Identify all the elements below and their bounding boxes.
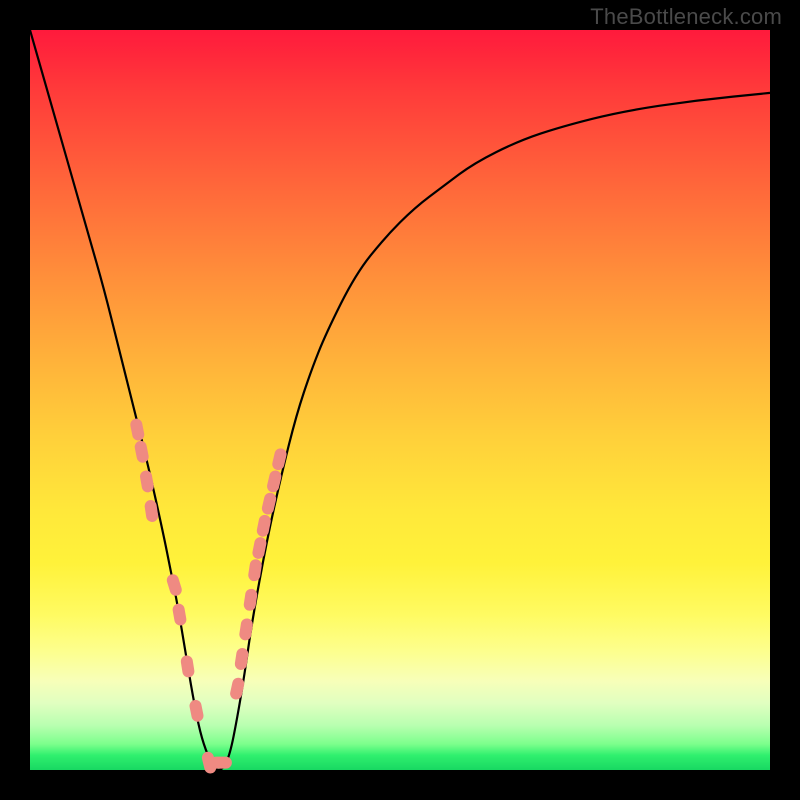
curve-marker <box>243 588 258 612</box>
bottleneck-curve <box>30 30 770 770</box>
chart-frame: TheBottleneck.com <box>0 0 800 800</box>
watermark-text: TheBottleneck.com <box>590 4 782 30</box>
curve-marker <box>261 492 278 516</box>
curve-line <box>30 30 770 770</box>
plot-area <box>30 30 770 770</box>
curve-marker <box>266 469 283 493</box>
curve-marker <box>180 655 195 679</box>
curve-marker <box>129 418 145 442</box>
curve-marker <box>188 699 204 723</box>
curve-marker <box>165 573 183 598</box>
curve-marker <box>134 440 150 464</box>
curve-marker <box>139 470 155 494</box>
curve-marker <box>239 618 254 642</box>
curve-marker <box>210 757 232 769</box>
curve-marker <box>229 677 245 701</box>
curve-marker <box>271 447 288 471</box>
curve-marker <box>172 603 188 627</box>
curve-marker <box>234 647 249 671</box>
